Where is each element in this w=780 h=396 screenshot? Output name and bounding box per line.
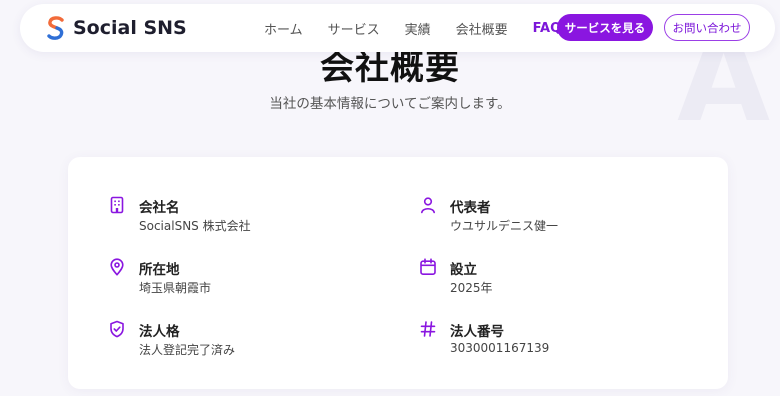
info-label: 会社名: [139, 200, 180, 216]
nav-link-services[interactable]: サービス: [328, 19, 380, 38]
info-value: ウユサルデニス健一: [450, 219, 559, 233]
company-info-card: 会社名 SocialSNS 株式会社 代表者 ウユサルデニス健一 所在地 埼玉県…: [68, 157, 728, 389]
info-value: 3030001167139: [450, 341, 550, 355]
nav-link-results[interactable]: 実績: [405, 19, 431, 38]
nav-link-home[interactable]: ホーム: [264, 19, 303, 38]
brand-logo[interactable]: Social SNS: [46, 16, 187, 40]
user-icon: [421, 197, 435, 214]
shield-check-icon: [110, 320, 124, 338]
info-value: SocialSNS 株式会社: [139, 219, 251, 233]
info-label: 法人番号: [450, 324, 504, 340]
calendar-icon: [420, 258, 436, 276]
view-services-button[interactable]: サービスを見る: [557, 14, 653, 41]
nav-link-company[interactable]: 会社概要: [456, 19, 508, 38]
info-value: 埼玉県朝霞市: [139, 281, 212, 295]
info-value: 2025年: [450, 281, 493, 295]
building-icon: [110, 196, 124, 214]
header-nav: Social SNS ホーム サービス 実績 会社概要 FAQ サービスを見る …: [20, 4, 775, 52]
brand-name: Social SNS: [73, 17, 187, 39]
map-pin-icon: [110, 258, 124, 276]
contact-button[interactable]: お問い合わせ: [664, 14, 750, 41]
info-value: 法人登記完了済み: [139, 343, 236, 357]
info-label: 設立: [450, 262, 477, 278]
info-label: 所在地: [139, 262, 180, 278]
page-subtitle: 当社の基本情報についてご案内します。: [269, 96, 511, 112]
info-label: 法人格: [139, 324, 180, 340]
hash-icon: [420, 321, 436, 337]
logo-icon: [47, 16, 64, 40]
main-menu: ホーム サービス 実績 会社概要 FAQ: [264, 4, 586, 52]
info-label: 代表者: [450, 200, 491, 216]
